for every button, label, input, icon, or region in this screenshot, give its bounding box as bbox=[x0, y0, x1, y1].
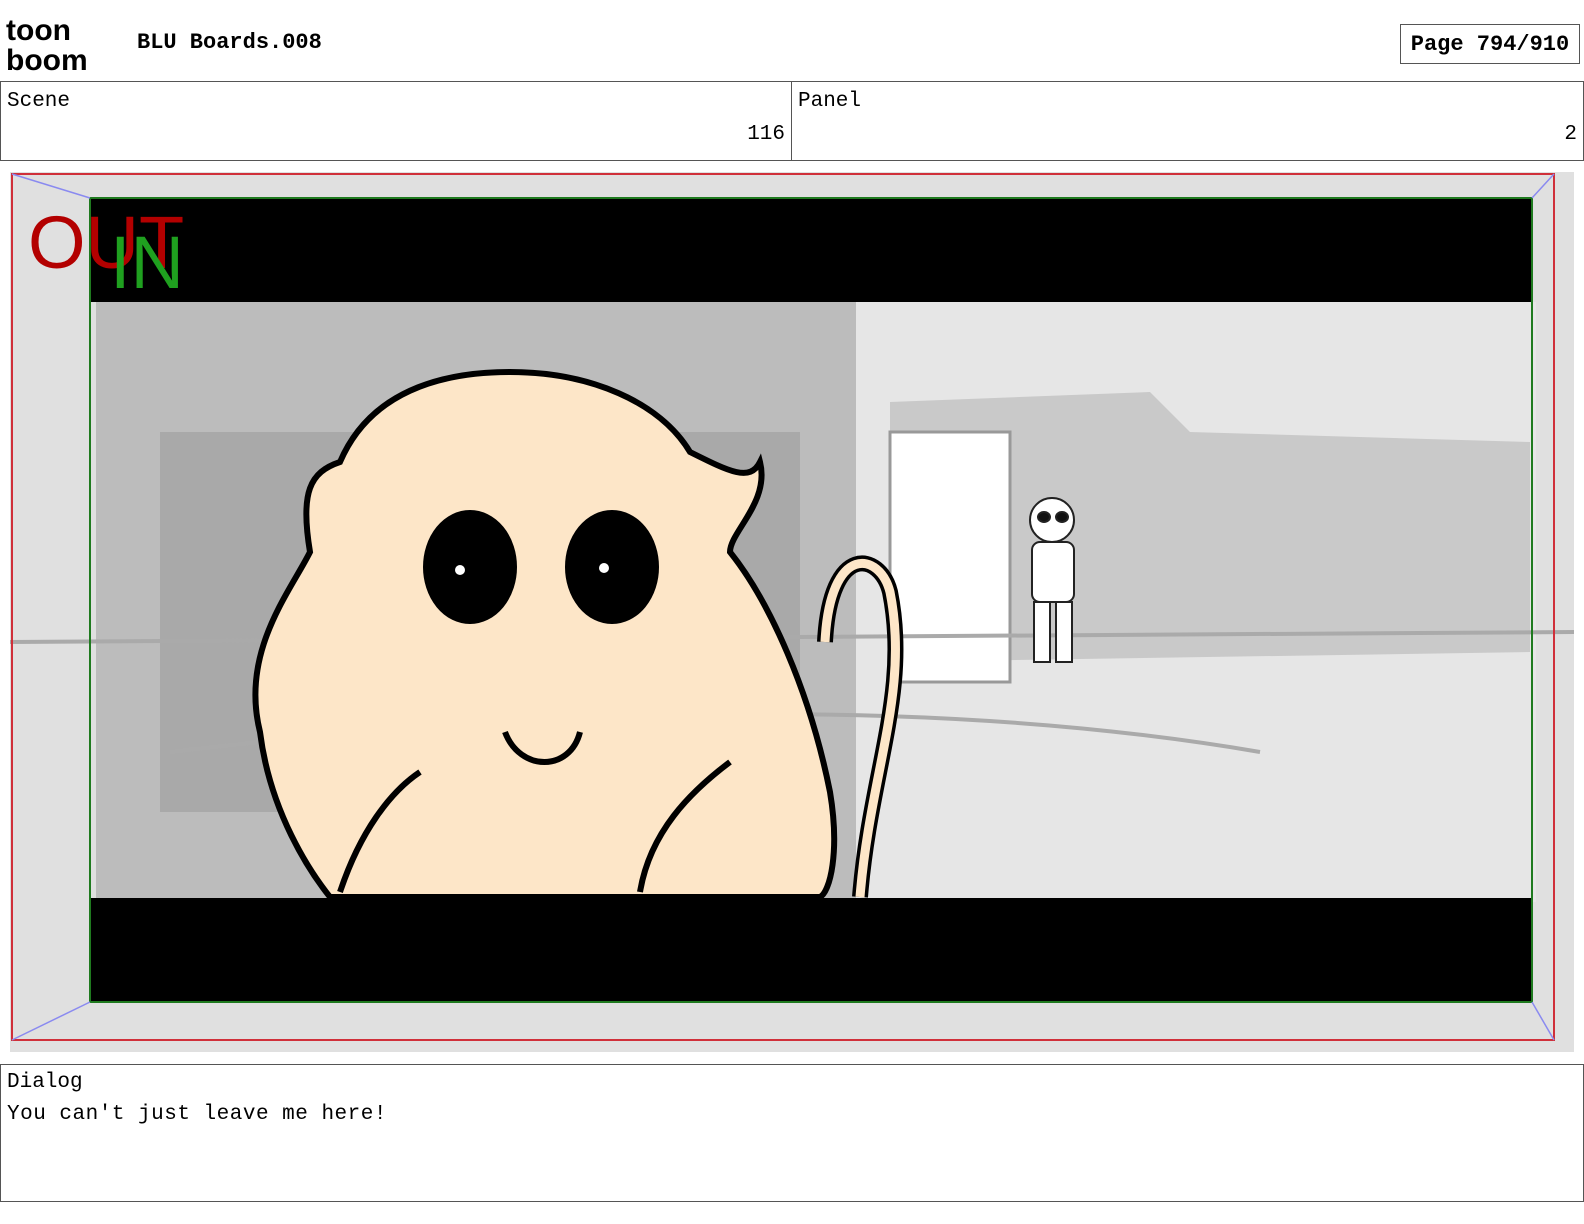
dialog-label: Dialog bbox=[7, 1071, 83, 1094]
dialog-text: You can't just leave me here! bbox=[7, 1103, 387, 1126]
panel-number: 2 bbox=[1564, 123, 1577, 146]
character-leg-left bbox=[1033, 601, 1051, 663]
creature-eye-left bbox=[423, 510, 517, 624]
scene-number: 116 bbox=[747, 123, 785, 146]
character-leg-right bbox=[1055, 601, 1073, 663]
scene-cell: Scene 116 bbox=[0, 82, 792, 160]
character-eye-right bbox=[1055, 511, 1069, 523]
logo-text-top: toon bbox=[6, 14, 71, 47]
creature-eye-right bbox=[565, 510, 659, 624]
character-body bbox=[1031, 541, 1075, 603]
panel-label: Panel bbox=[798, 90, 862, 113]
toon-boom-logo: toon boom bbox=[4, 14, 116, 77]
creature-eye-highlight-left bbox=[455, 565, 465, 575]
doorway bbox=[888, 430, 1012, 684]
in-label: IN bbox=[110, 221, 184, 304]
creature-eye-highlight-right bbox=[599, 563, 609, 573]
letterbox-bottom bbox=[90, 898, 1532, 1002]
scene-panel-strip: Scene 116 Panel 2 bbox=[0, 81, 1584, 161]
character-eye-left bbox=[1037, 511, 1051, 523]
scene-label: Scene bbox=[7, 90, 71, 113]
dialog-section: Dialog You can't just leave me here! bbox=[0, 1064, 1584, 1202]
document-title: BLU Boards.008 bbox=[137, 30, 322, 55]
logo-text-bottom: boom bbox=[6, 44, 88, 74]
storyboard-frame: OUT IN bbox=[10, 172, 1574, 1052]
page-indicator: Page 794/910 bbox=[1400, 24, 1580, 64]
letterbox-top bbox=[90, 198, 1532, 302]
panel-cell: Panel 2 bbox=[792, 82, 1584, 160]
